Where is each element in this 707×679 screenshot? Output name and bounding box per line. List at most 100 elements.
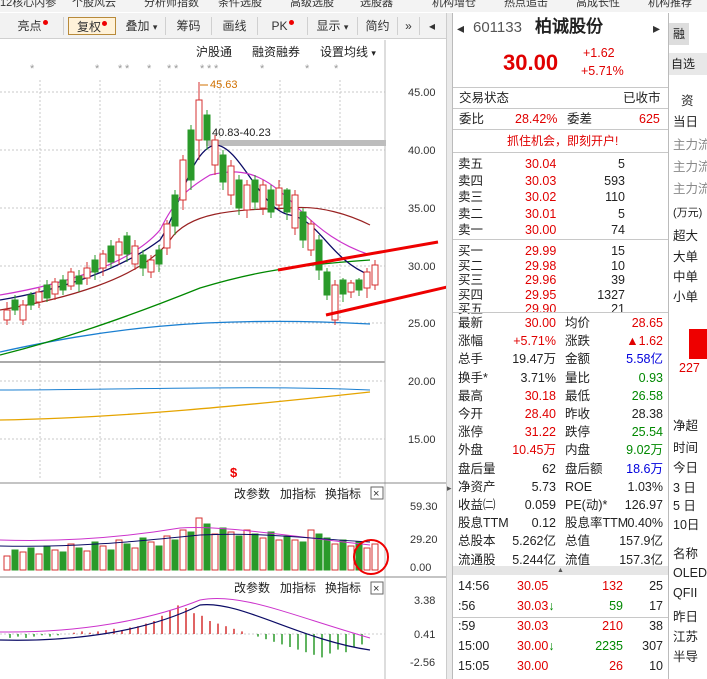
kline-svg[interactable]: * * * * * * * * * * * * * 45.00 40.00 35.00 30.00 … [0, 40, 446, 679]
display-button[interactable]: 显示 ▾ [308, 17, 358, 35]
range-band [206, 140, 386, 146]
capital-label: 资 [681, 94, 694, 108]
divider [453, 617, 668, 618]
candle-body [203, 114, 211, 141]
candle-body [147, 259, 155, 273]
margin-button[interactable]: 融 [669, 23, 689, 45]
weicha-label: 委差 [567, 112, 593, 126]
stat-value: 0.40% [627, 516, 663, 531]
volume-bar [227, 531, 235, 571]
menu-item[interactable]: 机构推荐 [648, 0, 692, 9]
menu-item[interactable]: 条件选股 [218, 0, 262, 9]
ask-price: 30.02 [525, 190, 557, 204]
stat-label: 总值 [565, 534, 591, 549]
price-change-pct: +5.71% [581, 64, 624, 78]
svg-text:*: * [214, 63, 219, 75]
switch-indicator-button[interactable]: 换指标 [325, 486, 361, 501]
ask-label: 卖一 [458, 223, 484, 237]
stat-value: 0.93 [638, 370, 663, 385]
candle-body [171, 194, 179, 227]
volume-bar [43, 545, 51, 571]
promo-link[interactable]: 抓住机会，即刻开户! [507, 132, 618, 150]
draw-line-button[interactable]: 画线 [212, 17, 258, 35]
scroll-toggle-icon[interactable]: ▲ [453, 566, 668, 575]
volume-bar [163, 535, 171, 571]
stat-value: ▲1.62 [626, 334, 663, 349]
candle-body [59, 279, 67, 291]
stat-label: 股息率TTM [565, 516, 629, 531]
volume-bar [83, 550, 91, 571]
tick-time: :56 [458, 599, 476, 613]
candlesticks [3, 82, 379, 325]
pk-button[interactable]: PK [258, 17, 308, 35]
next-stock-arrow-icon[interactable]: ▸ [653, 19, 660, 37]
menu-item[interactable]: 分析师指数 [144, 0, 199, 9]
switch-indicator-button[interactable]: 换指标 [325, 580, 361, 595]
add-indicator-button[interactable]: 加指标 [280, 580, 316, 595]
menu-item[interactable]: 个股风云 [72, 0, 116, 9]
menu-item[interactable]: 选股器 [360, 0, 393, 9]
stat-value: 31.22 [524, 425, 556, 440]
menu-item[interactable]: 高级选股 [290, 0, 334, 9]
candle-body [243, 184, 251, 211]
menu-item[interactable]: 12核心内参 [0, 0, 56, 9]
stat-label: 跌停 [565, 425, 591, 440]
volume-bar [275, 539, 283, 571]
candle-body [251, 179, 259, 203]
expand-arrow-icon[interactable]: ◂ [420, 17, 444, 35]
event-markers: * * * * * * * * * * * * * [30, 63, 339, 75]
stat-value: 3.71% [520, 370, 556, 385]
collapse-arrow-icon[interactable]: ▸ [447, 483, 452, 494]
volume-bar [19, 551, 27, 571]
volume-bar [195, 517, 203, 571]
ask-volume: 5 [618, 206, 625, 221]
edit-params-button[interactable]: 改参数 [234, 486, 270, 501]
stat-value: 5.73 [531, 479, 556, 494]
tick-time: 15:00 [458, 639, 490, 653]
price-tick: 35.00 [408, 203, 436, 215]
svg-text:0.00: 0.00 [410, 562, 431, 574]
stat-label: PE(动)* [565, 498, 608, 512]
svg-text:*: * [260, 63, 265, 75]
macd-bars [9, 605, 363, 658]
menu-item[interactable]: 机构增仓 [432, 0, 476, 9]
stat-label: 涨幅 [458, 334, 484, 349]
ask-volume: 5 [618, 157, 625, 171]
more-arrow-icon[interactable]: » [398, 17, 420, 35]
volume-bar [131, 547, 139, 571]
candle-body [371, 264, 379, 286]
svg-text:-2.56: -2.56 [410, 657, 435, 669]
ask-label: 卖四 [458, 173, 484, 188]
chips-button[interactable]: 筹码 [166, 17, 212, 35]
volume-bar [139, 537, 147, 571]
edit-params-button[interactable]: 改参数 [234, 580, 270, 595]
stat-label: ROE [565, 479, 593, 494]
menu-item[interactable]: 热点追击 [504, 0, 548, 9]
stat-label: 盘后量 [458, 461, 496, 476]
tick-price: 30.03 [517, 619, 549, 633]
menu-item[interactable]: 高成长性 [576, 0, 620, 9]
adjust-button[interactable]: 复权 [68, 17, 116, 35]
stat-label: 收益㈡ [458, 498, 496, 512]
svg-text:*: * [125, 63, 130, 75]
candle-body [83, 267, 91, 279]
candle-body [363, 271, 371, 289]
stock-header: ◂ 601133 柏诚股份 ▸ 30.00 +1.62 +5.71% [453, 13, 668, 87]
candle-body [107, 245, 115, 263]
stat-value: 1.03% [627, 479, 663, 494]
tick-price: 30.00↓ [517, 639, 555, 653]
tick-volume: 59 [609, 599, 623, 613]
svg-text:0.41: 0.41 [414, 629, 435, 641]
watchlist-button[interactable]: 自选 [669, 53, 707, 75]
candle-body [35, 291, 43, 303]
overlay-button[interactable]: 叠加 ▾ [118, 17, 166, 35]
prev-stock-arrow-icon[interactable]: ◂ [457, 19, 464, 37]
volume-bar [371, 543, 379, 571]
top-menu: 12核心内参 个股风云 分析师指数 条件选股 高级选股 选股器 机构增仓 热点追… [0, 0, 707, 12]
simple-button[interactable]: 简约 [358, 17, 398, 35]
add-indicator-button[interactable]: 加指标 [280, 486, 316, 501]
highlights-button[interactable]: 亮点 [2, 17, 64, 35]
candle-body [347, 282, 355, 293]
stat-label: 盘后额 [565, 461, 603, 476]
side-panel: 融 自选 资 当日 主力流 主力流 主力流 (万元) 超大 大单 中单 小单 2… [668, 13, 707, 679]
